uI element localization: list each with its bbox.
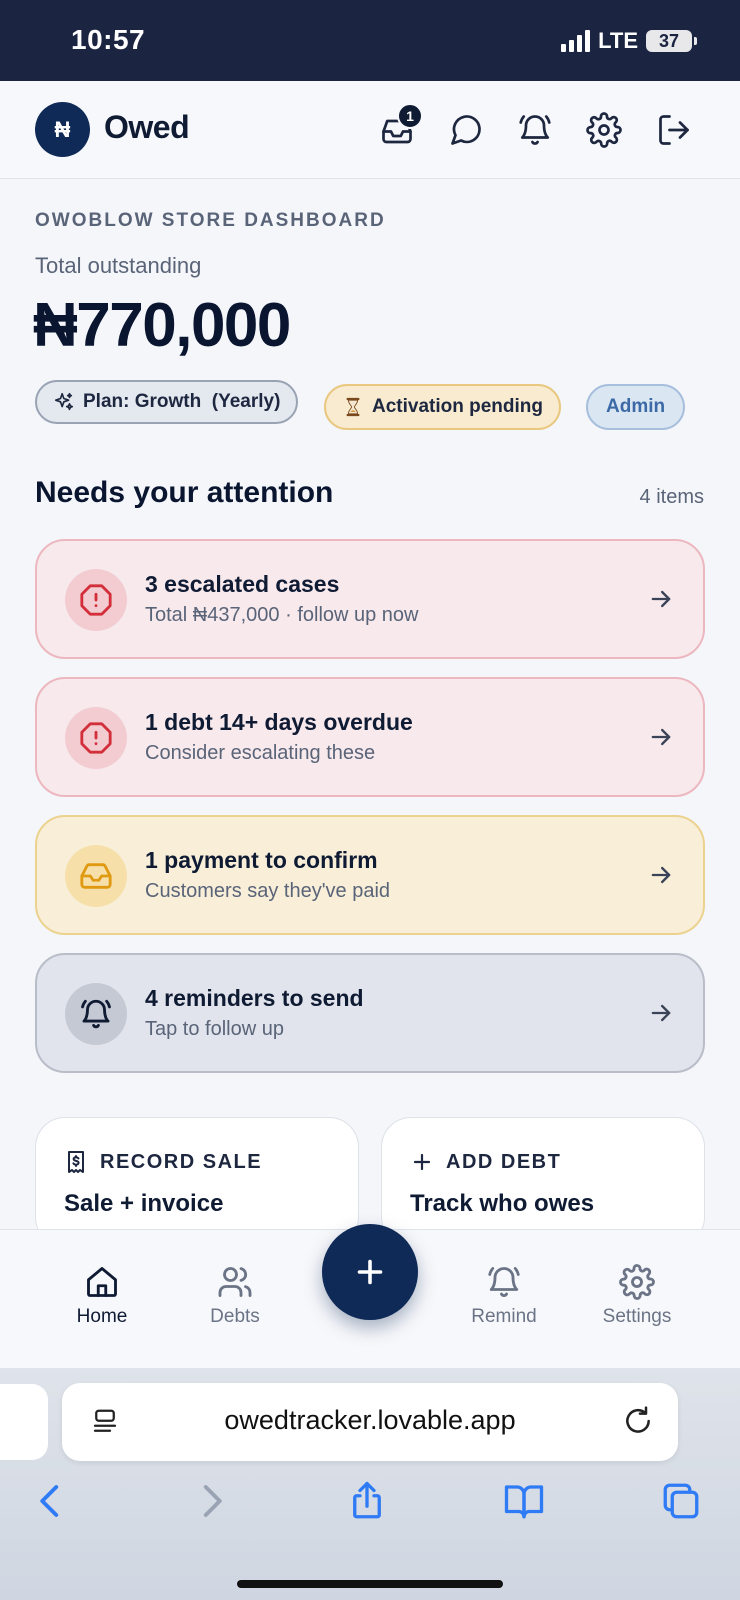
card-icon-wrap	[65, 983, 127, 1045]
signal-icon	[561, 30, 591, 52]
attention-card-reminders[interactable]: 4 reminders to send Tap to follow up	[35, 953, 705, 1073]
alert-octagon-icon	[80, 584, 112, 616]
attention-card-overdue[interactable]: 1 debt 14+ days overdue Consider escalat…	[35, 677, 705, 797]
home-indicator	[237, 1580, 503, 1588]
card-title: 3 escalated cases	[145, 571, 340, 597]
card-subtitle: Customers say they've paid	[145, 880, 391, 902]
network-label: LTE	[598, 28, 638, 53]
total-outstanding-label: Total outstanding	[35, 253, 202, 278]
card-icon-wrap	[65, 845, 127, 907]
attention-card-escalated[interactable]: 3 escalated cases Total ₦437,000 · follo…	[35, 539, 705, 659]
nav-debts-label: Debts	[210, 1306, 260, 1327]
nav-settings-label: Settings	[602, 1306, 672, 1327]
address-bar[interactable]: owedtracker.lovable.app	[62, 1383, 678, 1461]
nav-home-label: Home	[76, 1306, 128, 1327]
home-icon	[87, 1267, 117, 1297]
inbox-icon	[80, 863, 112, 889]
app-header: ₦ Owed 1	[0, 81, 740, 179]
chat-icon	[451, 115, 481, 145]
record-sale-title: Sale + invoice	[64, 1190, 224, 1217]
plan-pill[interactable]: Plan: Growth (Yearly)	[35, 380, 299, 424]
plus-icon	[357, 1259, 383, 1285]
add-fab-button[interactable]	[322, 1224, 418, 1320]
card-subtitle: Consider escalating these	[145, 742, 376, 764]
nav-home[interactable]: Home	[42, 1264, 162, 1328]
gear-icon	[586, 112, 622, 148]
bell-ring-icon	[488, 1267, 520, 1297]
total-outstanding-amount: ₦770,000	[33, 291, 291, 360]
activation-pill-label: Activation pending	[372, 396, 543, 417]
attention-count: 4 items	[639, 486, 704, 508]
card-title: 4 reminders to send	[145, 985, 364, 1011]
add-debt-card[interactable]: ADD DEBT Track who owes	[381, 1117, 705, 1247]
sparkles-icon	[54, 392, 74, 411]
record-sale-label: RECORD SALE	[100, 1150, 263, 1173]
attention-section-title: Needs your attention	[35, 476, 334, 509]
gear-icon	[619, 1264, 655, 1300]
card-title: 1 payment to confirm	[145, 847, 378, 873]
logout-icon	[659, 115, 689, 145]
arrow-right-icon	[651, 728, 671, 746]
settings-button[interactable]	[582, 108, 626, 152]
add-debt-title: Track who owes	[410, 1190, 595, 1217]
card-subtitle: Total ₦437,000 · follow up now	[145, 604, 419, 626]
reload-icon[interactable]	[622, 1405, 654, 1437]
activation-status-pill[interactable]: Activation pending	[324, 384, 561, 430]
app-brand: Owed	[104, 109, 190, 145]
arrow-right-icon	[651, 1004, 671, 1022]
card-subtitle: Tap to follow up	[145, 1018, 284, 1040]
messages-button[interactable]	[444, 108, 488, 152]
role-pill: Admin	[586, 384, 686, 430]
arrow-right-icon	[651, 590, 671, 608]
status-indicators: LTE 37	[561, 28, 697, 54]
alert-octagon-icon	[80, 722, 112, 754]
card-icon-wrap	[65, 707, 127, 769]
forward-icon[interactable]	[190, 1480, 232, 1522]
plan-pill-label: Plan: Growth (Yearly)	[83, 391, 281, 412]
nav-remind[interactable]: Remind	[444, 1264, 564, 1328]
status-time: 10:57	[71, 24, 146, 55]
nav-remind-label: Remind	[471, 1306, 537, 1327]
bookmarks-icon[interactable]	[503, 1480, 545, 1522]
nav-debts[interactable]: Debts	[175, 1264, 295, 1328]
receipt-icon	[68, 1151, 84, 1173]
arrow-right-icon	[651, 866, 671, 884]
hourglass-icon	[346, 397, 360, 417]
status-bar: 10:57 LTE 37	[0, 0, 740, 81]
nav-settings[interactable]: Settings	[577, 1264, 697, 1328]
inbox-button[interactable]: 1	[375, 103, 423, 152]
users-icon	[218, 1267, 252, 1297]
bell-ring-icon	[519, 115, 551, 145]
notifications-button[interactable]	[513, 108, 557, 152]
role-pill-label: Admin	[606, 396, 666, 417]
attention-card-payment[interactable]: 1 payment to confirm Customers say they'…	[35, 815, 705, 935]
record-sale-header: RECORD SALE	[64, 1150, 262, 1174]
share-icon[interactable]	[346, 1480, 388, 1522]
add-debt-header: ADD DEBT	[410, 1150, 561, 1174]
previous-tab-peek[interactable]	[0, 1384, 48, 1460]
add-debt-label: ADD DEBT	[446, 1150, 562, 1173]
store-dashboard-label: OWOBLOW STORE DASHBOARD	[35, 210, 386, 231]
browser-chrome: owedtracker.lovable.app	[0, 1368, 740, 1600]
tabs-icon[interactable]	[660, 1480, 702, 1522]
url-text: owedtracker.lovable.app	[224, 1405, 516, 1435]
plus-icon	[413, 1153, 431, 1171]
card-icon-wrap	[65, 569, 127, 631]
card-title: 1 debt 14+ days overdue	[145, 709, 413, 735]
logout-button[interactable]	[652, 108, 696, 152]
record-sale-card[interactable]: RECORD SALE Sale + invoice	[35, 1117, 359, 1247]
battery-icon: 37	[646, 30, 697, 52]
inbox-badge: 1	[397, 103, 423, 129]
app-logo[interactable]: ₦	[35, 102, 90, 157]
back-icon[interactable]	[30, 1480, 72, 1522]
bell-icon	[81, 999, 111, 1029]
